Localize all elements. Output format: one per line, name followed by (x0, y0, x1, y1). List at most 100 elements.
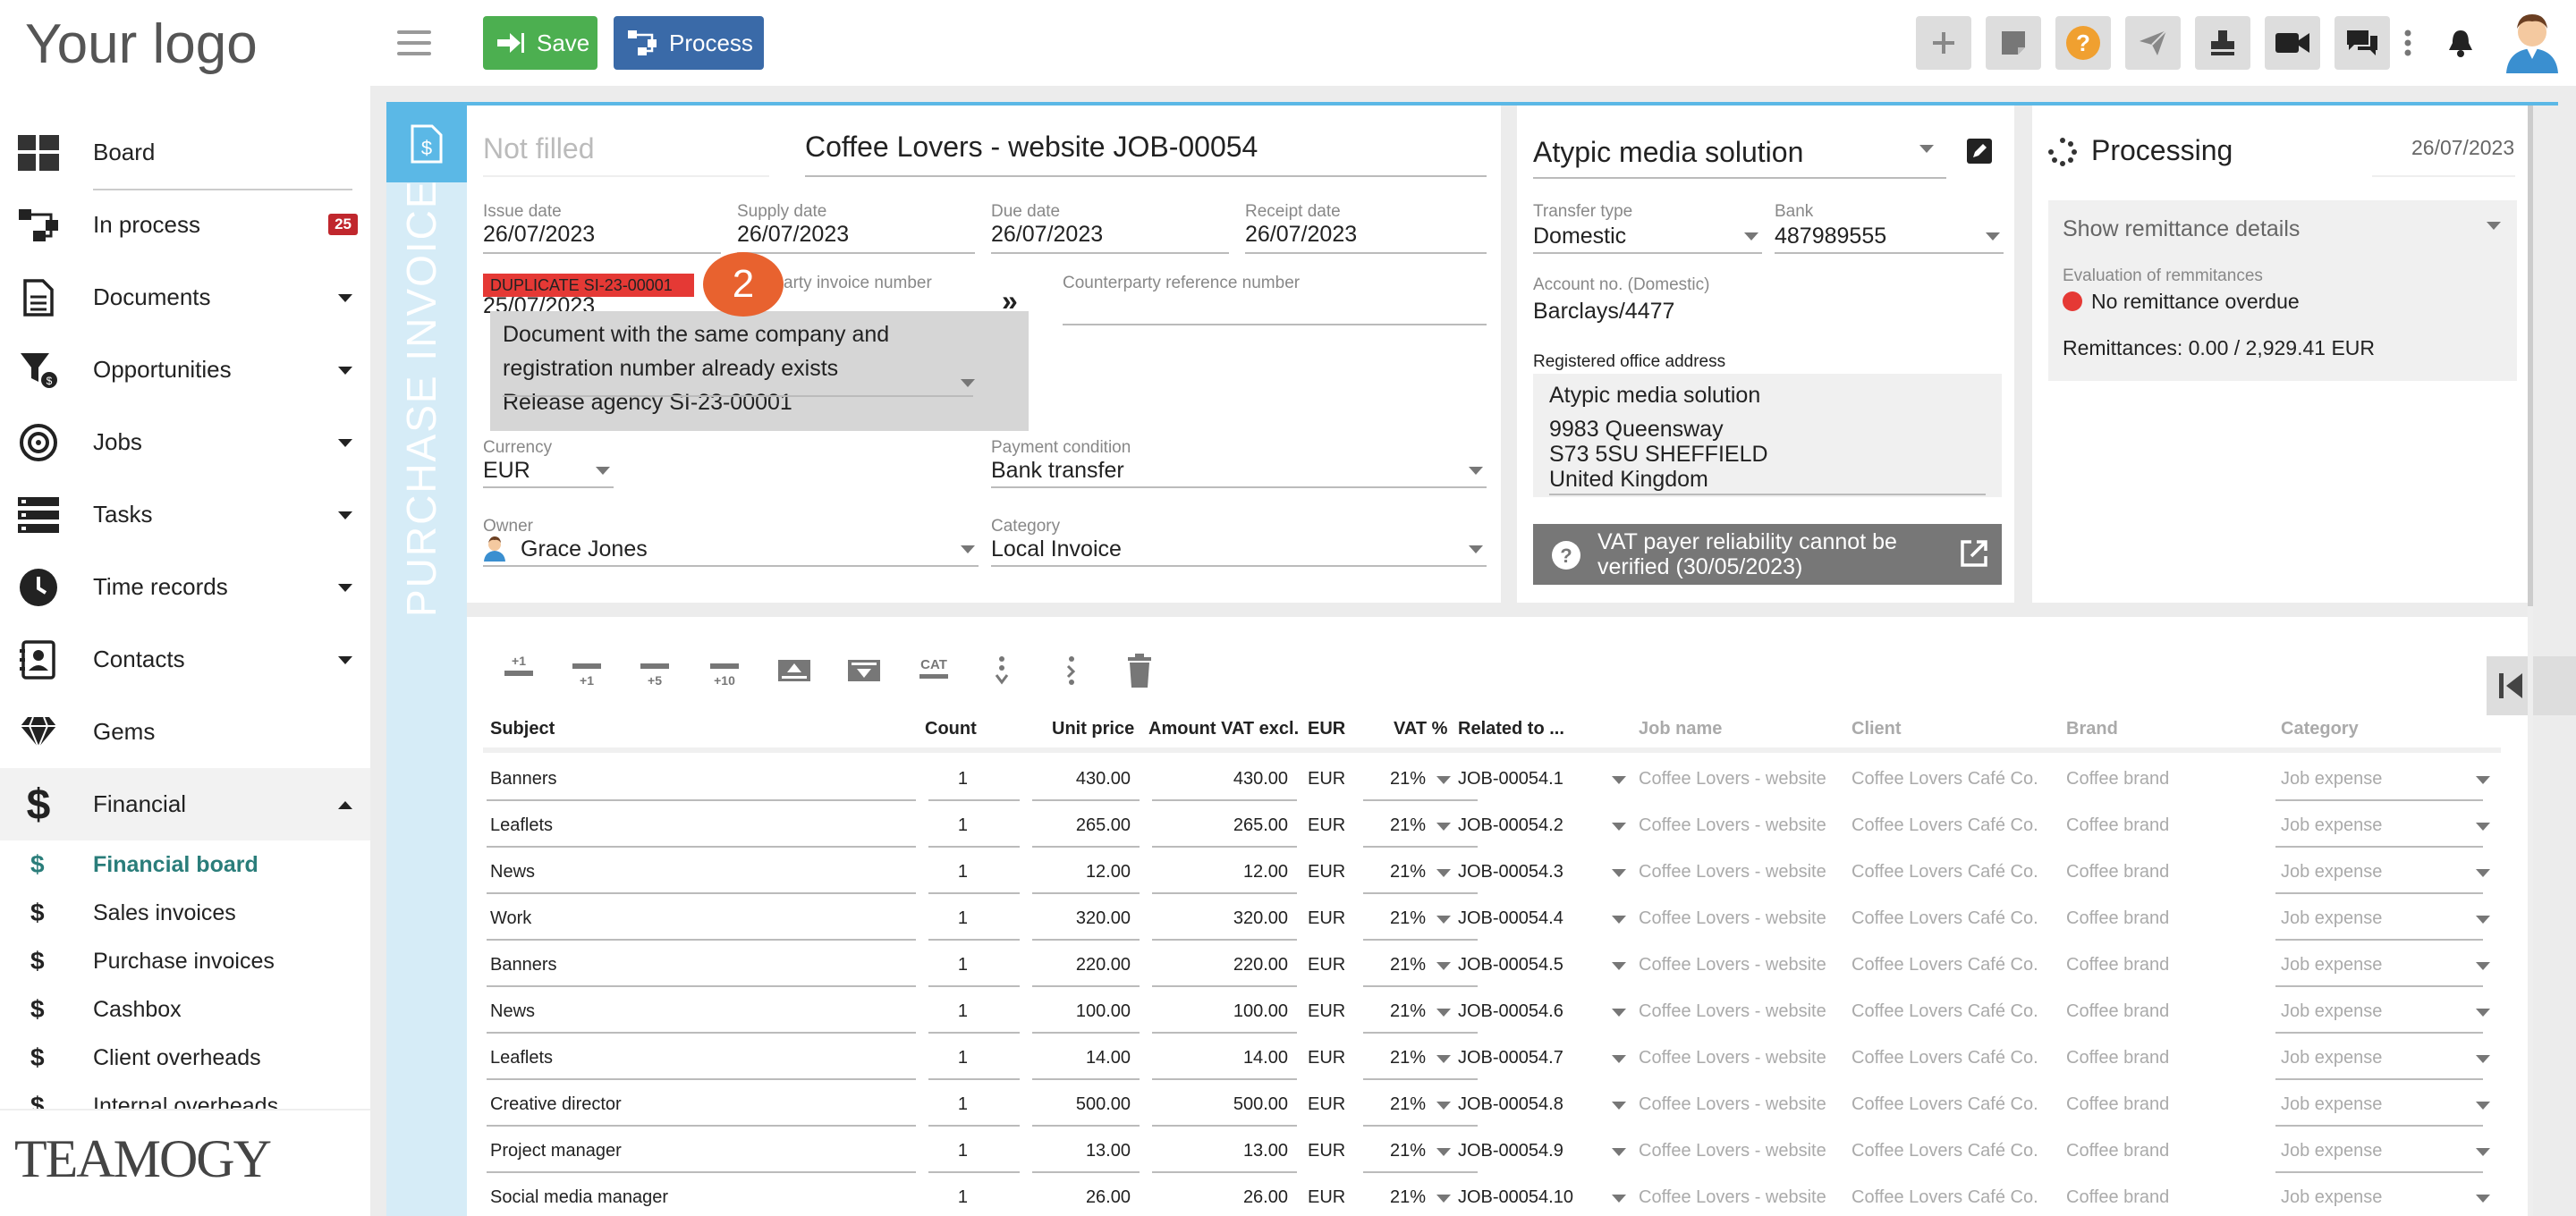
due-date-field[interactable]: 26/07/2023 (991, 222, 1103, 248)
table-cell-job[interactable]: Coffee Lovers - website (1639, 1048, 1826, 1068)
table-cell-cur[interactable]: EUR (1308, 1141, 1345, 1161)
table-cell-vat[interactable]: 21% (1390, 955, 1426, 975)
table-cell-unit[interactable]: 26.00 (1086, 1187, 1131, 1208)
trash-icon[interactable] (1122, 653, 1157, 688)
chevron-down-icon[interactable] (1469, 467, 1483, 475)
column-header-amount[interactable]: Amount VAT excl. (1148, 719, 1299, 739)
chevron-down-icon[interactable] (338, 584, 352, 592)
table-cell-related[interactable]: JOB-00054.9 (1458, 1141, 1563, 1161)
table-cell-unit[interactable]: 13.00 (1086, 1141, 1131, 1161)
table-cell-count[interactable]: 1 (958, 1048, 968, 1068)
transfer-type-select[interactable]: Domestic (1533, 224, 1626, 249)
column-header-unit-price[interactable]: Unit price (1052, 719, 1134, 739)
related-dropdown-icon[interactable] (1612, 776, 1626, 784)
table-cell-related[interactable]: JOB-00054.4 (1458, 908, 1563, 929)
table-cell-vat[interactable]: 21% (1390, 1094, 1426, 1115)
table-cell-vat[interactable]: 21% (1390, 1141, 1426, 1161)
table-cell-related[interactable]: JOB-00054.5 (1458, 955, 1563, 975)
table-cell-category[interactable]: Job expense (2281, 815, 2382, 836)
table-cell-subject[interactable]: Leaflets (490, 1048, 553, 1068)
table-cell-amount[interactable]: 100.00 (1233, 1001, 1288, 1022)
table-cell-vat[interactable]: 21% (1390, 815, 1426, 836)
category-dropdown-icon[interactable] (2476, 776, 2490, 784)
related-dropdown-icon[interactable] (1612, 1009, 1626, 1017)
column-header-currency[interactable]: EUR (1308, 719, 1345, 739)
table-cell-subject[interactable]: Leaflets (490, 815, 553, 836)
table-cell-subject[interactable]: News (490, 1001, 535, 1022)
table-cell-category[interactable]: Job expense (2281, 769, 2382, 790)
supplier-name-select[interactable]: Atypic media solution (1533, 136, 1803, 169)
table-cell-category[interactable]: Job expense (2281, 908, 2382, 929)
sidebar-item-gems[interactable]: Gems (0, 696, 370, 768)
column-header-subject[interactable]: Subject (490, 719, 555, 739)
bank-select[interactable]: 487989555 (1775, 224, 1886, 249)
table-cell-count[interactable]: 1 (958, 862, 968, 882)
table-cell-brand[interactable]: Coffee brand (2066, 908, 2169, 929)
vat-dropdown-icon[interactable] (1436, 1195, 1451, 1203)
sidebar-item-contacts[interactable]: Contacts (0, 623, 370, 696)
table-cell-unit[interactable]: 12.00 (1086, 862, 1131, 882)
sidebar-subitem-purchase-invoices[interactable]: $ Purchase invoices (0, 937, 370, 985)
table-cell-job[interactable]: Coffee Lovers - website (1639, 1094, 1826, 1115)
chevron-down-icon[interactable] (1919, 145, 1934, 153)
column-header-category[interactable]: Category (2281, 719, 2359, 739)
table-cell-related[interactable]: JOB-00054.6 (1458, 1001, 1563, 1022)
table-row[interactable]: Banners 1 430.00 430.00 EUR 21% JOB-00054.1 Cof… (483, 756, 2501, 803)
table-cell-category[interactable]: Job expense (2281, 1048, 2382, 1068)
table-cell-job[interactable]: Coffee Lovers - website (1639, 1141, 1826, 1161)
table-cell-count[interactable]: 1 (958, 908, 968, 929)
column-header-vat[interactable]: VAT % (1394, 719, 1447, 739)
table-row[interactable]: News 1 100.00 100.00 EUR 21% JOB-00054.6 Coffee… (483, 989, 2501, 1035)
table-cell-vat[interactable]: 21% (1390, 769, 1426, 790)
table-row[interactable]: Work 1 320.00 320.00 EUR 21% JOB-00054.4 Coffee… (483, 896, 2501, 942)
table-cell-amount[interactable]: 220.00 (1233, 955, 1288, 975)
move-down-button[interactable] (846, 653, 882, 688)
sidebar-item-in-process[interactable]: In process 25 (0, 189, 370, 261)
table-cell-amount[interactable]: 12.00 (1243, 862, 1288, 882)
table-cell-category[interactable]: Job expense (2281, 1141, 2382, 1161)
table-cell-client[interactable]: Coffee Lovers Café Co. (1852, 1187, 2038, 1208)
table-cell-client[interactable]: Coffee Lovers Café Co. (1852, 1001, 2038, 1022)
sidebar-item-board[interactable]: Board (0, 116, 370, 189)
table-row[interactable]: Leaflets 1 14.00 14.00 EUR 21% JOB-00054.7 Coff… (483, 1035, 2501, 1082)
table-cell-cur[interactable]: EUR (1308, 1001, 1345, 1022)
table-cell-brand[interactable]: Coffee brand (2066, 1048, 2169, 1068)
table-cell-unit[interactable]: 100.00 (1076, 1001, 1131, 1022)
issue-date-field[interactable]: 26/07/2023 (483, 222, 595, 248)
table-cell-amount[interactable]: 500.00 (1233, 1094, 1288, 1115)
table-cell-job[interactable]: Coffee Lovers - website (1639, 955, 1826, 975)
table-cell-unit[interactable]: 430.00 (1076, 769, 1131, 790)
table-cell-cur[interactable]: EUR (1308, 1094, 1345, 1115)
category-dropdown-icon[interactable] (2476, 823, 2490, 831)
sidebar-item-opportunities[interactable]: $ Opportunities (0, 334, 370, 406)
move-up-button[interactable] (776, 653, 812, 688)
related-dropdown-icon[interactable] (1612, 1195, 1626, 1203)
table-cell-subject[interactable]: Work (490, 908, 531, 929)
table-cell-job[interactable]: Coffee Lovers - website (1639, 815, 1826, 836)
vat-dropdown-icon[interactable] (1436, 776, 1451, 784)
collapse-rows-icon[interactable] (1054, 653, 1089, 688)
chevron-down-icon[interactable] (596, 467, 610, 475)
related-dropdown-icon[interactable] (1612, 962, 1626, 970)
hamburger-menu-icon[interactable] (397, 30, 431, 57)
category-dropdown-icon[interactable] (2476, 916, 2490, 924)
table-cell-unit[interactable]: 265.00 (1076, 815, 1131, 836)
table-row[interactable]: Creative director 1 500.00 500.00 EUR 21% JOB-… (483, 1082, 2501, 1128)
invoice-title[interactable]: Coffee Lovers - website JOB-00054 (805, 131, 1258, 164)
table-row[interactable]: Banners 1 220.00 220.00 EUR 21% JOB-00054.5 Cof… (483, 942, 2501, 989)
table-cell-subject[interactable]: Banners (490, 955, 557, 975)
external-link-icon[interactable] (1959, 538, 1989, 569)
vat-dropdown-icon[interactable] (1436, 1055, 1451, 1063)
receipt-date-field[interactable]: 26/07/2023 (1245, 222, 1357, 248)
add-row-above-button[interactable]: +1 (501, 653, 537, 688)
address-box[interactable]: Atypic media solution 9983 Queensway S73… (1533, 374, 2002, 497)
table-cell-category[interactable]: Job expense (2281, 1001, 2382, 1022)
vat-dropdown-icon[interactable] (1436, 962, 1451, 970)
sidebar-item-tasks[interactable]: Tasks (0, 478, 370, 551)
table-cell-related[interactable]: JOB-00054.3 (1458, 862, 1563, 882)
table-cell-count[interactable]: 1 (958, 815, 968, 836)
duplicate-badge[interactable]: DUPLICATE SI-23-00001 (483, 274, 694, 297)
column-header-job-name[interactable]: Job name (1639, 719, 1722, 739)
related-dropdown-icon[interactable] (1612, 1102, 1626, 1110)
table-cell-category[interactable]: Job expense (2281, 1094, 2382, 1115)
